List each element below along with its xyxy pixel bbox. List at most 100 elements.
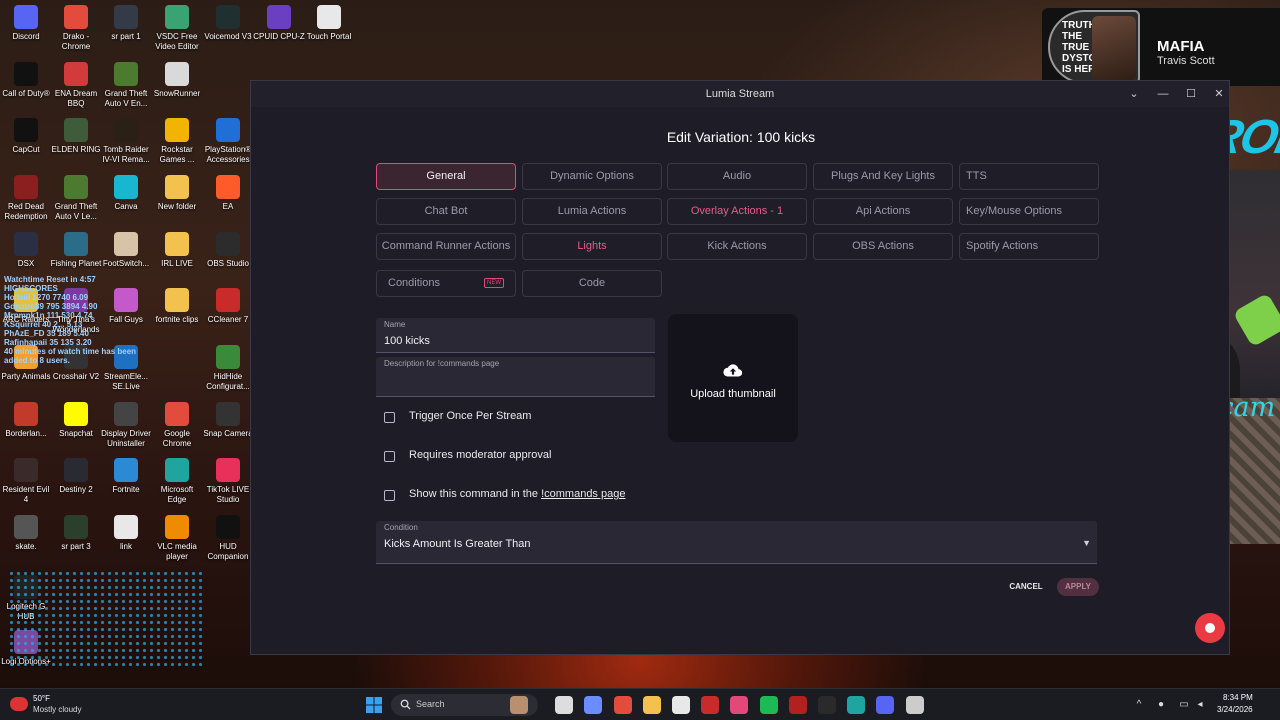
app-icon <box>165 232 189 256</box>
tab-kick-actions[interactable]: Kick Actions <box>667 233 807 260</box>
desktop-icon[interactable]: EA <box>202 175 254 212</box>
desktop-icon[interactable]: VLC media player <box>151 515 203 562</box>
desktop-icon[interactable]: CPUID CPU-Z <box>253 5 305 42</box>
tab-command-runner-actions[interactable]: Command Runner Actions <box>376 233 516 260</box>
description-field[interactable]: Description for !commands page <box>376 357 655 397</box>
close-button[interactable]: ✕ <box>1208 85 1229 103</box>
desktop-icon[interactable]: HidHide Configurat... <box>202 345 254 392</box>
desktop-icon[interactable]: SnowRunner <box>151 62 203 99</box>
desktop-icon[interactable]: Red Dead Redemption <box>0 175 52 222</box>
clock-time[interactable]: 8:34 PM <box>1223 693 1253 702</box>
desktop-icon[interactable]: Drako - Chrome <box>50 5 102 52</box>
copilot-icon[interactable] <box>584 696 603 714</box>
lumia-icon[interactable] <box>730 696 749 714</box>
desktop-icon[interactable]: Fishing Planet <box>50 232 102 269</box>
upload-thumbnail-button[interactable]: Upload thumbnail <box>668 314 798 442</box>
desktop-icon[interactable]: Discord <box>0 5 52 42</box>
maximize-button[interactable]: ☐ <box>1180 85 1202 103</box>
tab-conditions[interactable]: Conditions NEW <box>376 270 516 297</box>
title-bar[interactable]: Lumia Stream ⌄ — ☐ ✕ <box>251 81 1229 107</box>
desktop-icon[interactable]: sr part 1 <box>100 5 152 42</box>
desktop-icon[interactable]: PlayStation® Accessories <box>202 118 254 165</box>
desktop-icon[interactable]: link <box>100 515 152 552</box>
volume-icon[interactable]: ◂ <box>1194 699 1206 711</box>
desktop-icon[interactable]: Snap Camera <box>202 402 254 439</box>
windows-start-icon[interactable] <box>366 697 382 713</box>
desktop-icon[interactable]: TikTok LIVE Studio <box>202 458 254 505</box>
desktop-icon[interactable]: Borderlan... <box>0 402 52 439</box>
desktop-icon[interactable]: Canva <box>100 175 152 212</box>
checkbox-box[interactable] <box>384 412 395 423</box>
tab-lumia-actions[interactable]: Lumia Actions <box>522 198 662 225</box>
chat-support-button[interactable] <box>1195 613 1225 643</box>
tab-key-mouse-options[interactable]: Key/Mouse Options <box>959 198 1099 225</box>
desktop-icon[interactable]: Tomb Raider IV-VI Rema... <box>100 118 152 165</box>
checkbox-box[interactable] <box>384 451 395 462</box>
microphone-icon[interactable]: ● <box>1155 699 1167 711</box>
desktop-icon[interactable]: Touch Portal <box>303 5 355 42</box>
tab-overlay-actions-1[interactable]: Overlay Actions - 1 <box>667 198 807 225</box>
desktop-icon[interactable]: OBS Studio <box>202 232 254 269</box>
tab-api-actions[interactable]: Api Actions <box>813 198 953 225</box>
file-explorer-icon[interactable] <box>642 696 661 714</box>
desktop-icon[interactable]: Voicemod V3 <box>202 5 254 42</box>
desktop-icon[interactable]: ENA Dream BBQ <box>50 62 102 109</box>
condition-select[interactable]: Condition Kicks Amount Is Greater Than ▼ <box>376 521 1097 564</box>
tab-audio[interactable]: Audio <box>667 163 807 190</box>
desktop-icon-label: PlayStation® Accessories <box>204 145 252 164</box>
search-label: Search <box>416 699 445 709</box>
desktop-icon[interactable]: VSDC Free Video Editor <box>151 5 203 52</box>
checkbox-box[interactable] <box>384 490 395 501</box>
app-red2-icon[interactable] <box>788 696 807 714</box>
desktop-icon[interactable]: CapCut <box>0 118 52 155</box>
apply-button[interactable]: APPLY <box>1057 578 1099 596</box>
chrome-icon[interactable] <box>613 696 632 714</box>
desktop-icon[interactable]: HUD Companion <box>202 515 254 562</box>
cancel-button[interactable]: CANCEL <box>1004 578 1048 596</box>
tab-code[interactable]: Code <box>522 270 662 297</box>
tab-tts[interactable]: TTS <box>959 163 1099 190</box>
collapse-button[interactable]: ⌄ <box>1123 85 1145 103</box>
desktop-icon[interactable]: Rockstar Games ... <box>151 118 203 165</box>
desktop-icon[interactable]: DSX <box>0 232 52 269</box>
desktop-icon[interactable]: Grand Theft Auto V Le... <box>50 175 102 222</box>
task-view-icon[interactable] <box>555 696 574 714</box>
desktop-icon[interactable]: Google Chrome <box>151 402 203 449</box>
chevron-up-icon[interactable]: ^ <box>1133 699 1145 711</box>
commands-page-link[interactable]: !commands page <box>541 488 625 500</box>
desktop-icon[interactable]: CCleaner 7 <box>202 288 254 325</box>
discord-icon[interactable] <box>876 696 895 714</box>
name-field[interactable]: Name 100 kicks <box>376 318 655 353</box>
store-icon[interactable] <box>672 696 690 714</box>
tab-spotify-actions[interactable]: Spotify Actions <box>959 233 1099 260</box>
desktop-icon[interactable]: New folder <box>151 175 203 212</box>
desktop-icon[interactable]: FootSwitch... <box>100 232 152 269</box>
desktop-icon[interactable]: skate. <box>0 515 52 552</box>
tab-dynamic-options[interactable]: Dynamic Options <box>522 163 662 190</box>
desktop-icon[interactable]: Microsoft Edge <box>151 458 203 505</box>
tab-general[interactable]: General <box>376 163 516 190</box>
desktop-icon[interactable]: IRL LIVE <box>151 232 203 269</box>
clock-date[interactable]: 3/24/2026 <box>1217 705 1253 714</box>
xbox-icon[interactable] <box>818 696 836 714</box>
desktop-icon[interactable]: Display Driver Uninstaller <box>100 402 152 449</box>
desktop-icon[interactable]: Fortnite <box>100 458 152 495</box>
spotify-icon[interactable] <box>759 696 778 714</box>
desktop-icon[interactable]: Grand Theft Auto V En... <box>100 62 152 109</box>
desktop-icon[interactable]: Resident Evil 4 <box>0 458 52 505</box>
desktop-icon[interactable]: Call of Duty® <box>0 62 52 99</box>
desktop-icon[interactable]: ELDEN RING <box>50 118 102 155</box>
edge-icon[interactable] <box>847 696 866 714</box>
tab-chat-bot[interactable]: Chat Bot <box>376 198 516 225</box>
desktop-icon[interactable]: Snapchat <box>50 402 102 439</box>
tab-plugs-and-key-lights[interactable]: Plugs And Key Lights <box>813 163 953 190</box>
tab-lights[interactable]: Lights <box>522 233 662 260</box>
app-red-icon[interactable] <box>701 696 720 714</box>
tab-obs-actions[interactable]: OBS Actions <box>813 233 953 260</box>
minimize-button[interactable]: — <box>1152 85 1174 103</box>
network-icon[interactable]: ▭ <box>1178 699 1190 711</box>
search-decor-icon[interactable] <box>510 696 528 714</box>
desktop-icon[interactable]: sr part 3 <box>50 515 102 552</box>
desktop-icon[interactable]: Destiny 2 <box>50 458 102 495</box>
obs-icon[interactable] <box>905 696 924 714</box>
